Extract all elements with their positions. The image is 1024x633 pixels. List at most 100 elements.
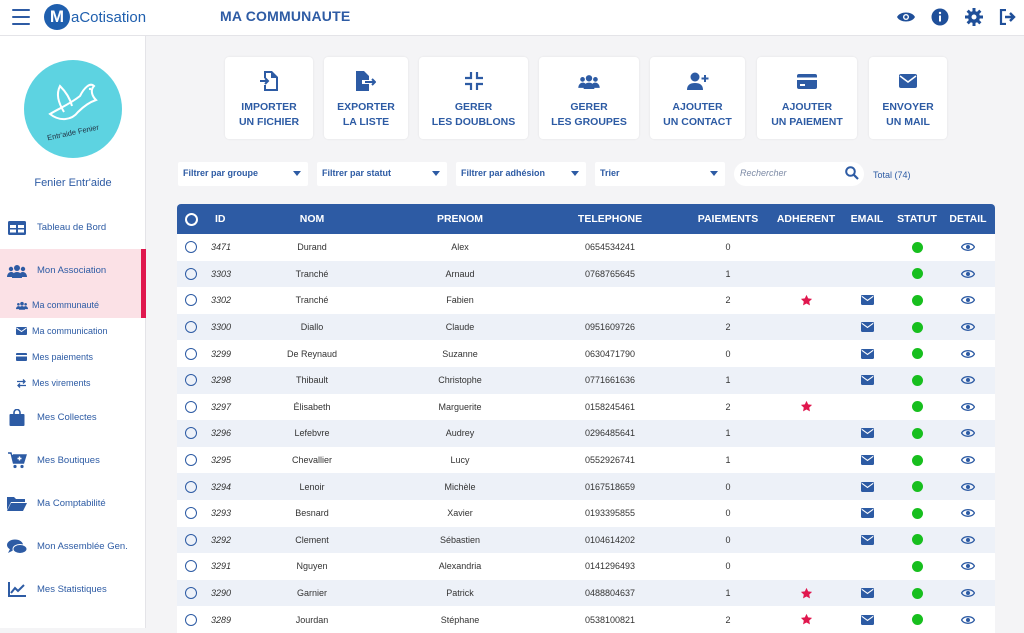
table-row[interactable]: 3294 Lenoir Michèle 0167518659 0 xyxy=(177,473,995,500)
table-row[interactable]: 3297 Élisabeth Marguerite 0158245461 2 xyxy=(177,393,995,421)
sidebar-subitem-mes-virements[interactable]: Mes virements xyxy=(0,370,146,396)
sidebar-item-mes-collectes[interactable]: Mes Collectes xyxy=(0,396,146,439)
search-input[interactable]: Rechercher xyxy=(734,162,864,186)
mail-icon[interactable] xyxy=(860,534,874,545)
logout-icon[interactable] xyxy=(998,7,1018,27)
header-email[interactable]: EMAIL xyxy=(843,204,891,234)
sidebar-item-tableau-de-bord[interactable]: Tableau de Bord xyxy=(0,206,146,249)
row-select-radio[interactable] xyxy=(185,473,197,500)
row-select-radio[interactable] xyxy=(185,367,197,394)
row-select-radio[interactable] xyxy=(185,420,197,447)
eye-icon[interactable] xyxy=(961,482,975,492)
sidebar-item-ma-comptabilite[interactable]: Ma Comptabilité xyxy=(0,482,146,525)
eye-icon[interactable] xyxy=(961,588,975,598)
eye-icon[interactable] xyxy=(961,375,975,385)
mail-icon[interactable] xyxy=(860,508,874,519)
table-row[interactable]: 3295 Chevallier Lucy 0552926741 1 xyxy=(177,446,995,474)
table-row[interactable]: 3471 Durand Alex 0654534241 0 xyxy=(177,234,995,261)
table-row[interactable]: 3293 Besnard Xavier 0193395855 0 xyxy=(177,499,995,527)
mail-icon[interactable] xyxy=(860,295,874,306)
manage-groups-button[interactable]: GERER LES GROUPES xyxy=(539,57,639,139)
sidebar-subitem-ma-communaute[interactable]: Ma communauté xyxy=(0,292,146,318)
header-telephone[interactable]: TELEPHONE xyxy=(555,204,665,234)
cell-telephone: 0488804637 xyxy=(584,588,636,599)
eye-icon[interactable] xyxy=(961,322,975,332)
table-row[interactable]: 3299 De Reynaud Suzanne 0630471790 0 xyxy=(177,340,995,367)
export-list-button[interactable]: EXPORTER LA LISTE xyxy=(324,57,408,139)
eye-icon[interactable] xyxy=(961,428,975,438)
mail-icon[interactable] xyxy=(860,614,874,625)
row-select-radio[interactable] xyxy=(185,394,197,421)
row-select-radio[interactable] xyxy=(185,606,197,633)
mail-icon[interactable] xyxy=(860,455,874,466)
filter-adhesion-select[interactable]: Filtrer par adhésion xyxy=(456,162,586,186)
row-select-radio[interactable] xyxy=(185,447,197,474)
manage-duplicates-button[interactable]: GERER LES DOUBLONS xyxy=(419,57,528,139)
header-detail[interactable]: DETAIL xyxy=(943,204,993,234)
app-logo[interactable]: M aCotisation xyxy=(44,3,146,31)
header-paiements[interactable]: PAIEMENTS xyxy=(688,204,768,234)
eye-icon[interactable] xyxy=(961,269,975,279)
table-row[interactable]: 3296 Lefebvre Audrey 0296485641 1 xyxy=(177,420,995,447)
mail-icon[interactable] xyxy=(860,375,874,386)
sidebar-subitem-mes-paiements[interactable]: Mes paiements xyxy=(0,344,146,370)
eye-icon[interactable] xyxy=(961,402,975,412)
eye-icon[interactable] xyxy=(896,7,916,27)
sidebar-item-mon-assemblee-gen[interactable]: Mon Assemblée Gen. xyxy=(0,525,146,568)
table-row[interactable]: 3303 Tranché Arnaud 0768765645 1 xyxy=(177,260,995,288)
eye-icon[interactable] xyxy=(961,561,975,571)
eye-icon[interactable] xyxy=(961,295,975,305)
sidebar-item-mes-statistiques[interactable]: Mes Statistiques xyxy=(0,568,146,611)
mail-icon[interactable] xyxy=(860,588,874,599)
header-id[interactable]: ID xyxy=(215,204,226,234)
send-mail-button[interactable]: ENVOYER UN MAIL xyxy=(869,57,947,139)
row-select-radio[interactable] xyxy=(185,314,197,341)
table-row[interactable]: 3298 Thibault Christophe 0771661636 1 xyxy=(177,366,995,394)
sidebar-item-mon-association[interactable]: Mon Association xyxy=(0,249,146,292)
mail-icon[interactable] xyxy=(860,428,874,439)
row-select-radio[interactable] xyxy=(185,287,197,314)
header-prenom[interactable]: PRENOM xyxy=(405,204,515,234)
search-icon[interactable] xyxy=(845,166,859,182)
table-row[interactable]: 3290 Garnier Patrick 0488804637 1 xyxy=(177,579,995,607)
sidebar-subitem-ma-communication[interactable]: Ma communication xyxy=(0,318,146,344)
header-adherent[interactable]: ADHERENT xyxy=(769,204,843,234)
row-select-radio[interactable] xyxy=(185,500,197,527)
table-row[interactable]: 3291 Nguyen Alexandria 0141296493 0 xyxy=(177,553,995,580)
cell-adherent xyxy=(769,420,843,447)
mail-icon[interactable] xyxy=(860,481,874,492)
eye-icon[interactable] xyxy=(961,455,975,465)
import-file-button[interactable]: IMPORTER UN FICHIER xyxy=(225,57,313,139)
table-row[interactable]: 3302 Tranché Fabien 2 xyxy=(177,287,995,314)
table-row[interactable]: 3289 Jourdan Stéphane 0538100821 2 xyxy=(177,606,995,633)
table-row[interactable]: 3292 Clement Sébastien 0104614202 0 xyxy=(177,526,995,554)
eye-icon[interactable] xyxy=(961,349,975,359)
row-select-radio[interactable] xyxy=(185,234,197,261)
info-icon[interactable] xyxy=(930,7,950,27)
row-select-radio[interactable] xyxy=(185,261,197,288)
star-icon xyxy=(800,400,813,413)
header-statut[interactable]: STATUT xyxy=(891,204,943,234)
eye-icon[interactable] xyxy=(961,508,975,518)
add-payment-button[interactable]: AJOUTER UN PAIEMENT xyxy=(757,57,857,139)
row-select-radio[interactable] xyxy=(185,553,197,580)
filter-group-select[interactable]: Filtrer par groupe xyxy=(178,162,308,186)
select-all-radio[interactable] xyxy=(185,204,198,234)
add-contact-button[interactable]: AJOUTER UN CONTACT xyxy=(650,57,745,139)
row-select-radio[interactable] xyxy=(185,527,197,554)
row-select-radio[interactable] xyxy=(185,580,197,607)
sort-select[interactable]: Trier xyxy=(595,162,725,186)
menu-icon[interactable] xyxy=(12,9,30,25)
header-nom[interactable]: NOM xyxy=(257,204,367,234)
table-row[interactable]: 3300 Diallo Claude 0951609726 2 xyxy=(177,313,995,341)
cell-adherent xyxy=(769,367,843,394)
mail-icon[interactable] xyxy=(860,348,874,359)
eye-icon[interactable] xyxy=(961,242,975,252)
eye-icon[interactable] xyxy=(961,615,975,625)
row-select-radio[interactable] xyxy=(185,340,197,367)
mail-icon[interactable] xyxy=(860,322,874,333)
filter-status-select[interactable]: Filtrer par statut xyxy=(317,162,447,186)
gear-icon[interactable] xyxy=(964,7,984,27)
sidebar-item-mes-boutiques[interactable]: Mes Boutiques xyxy=(0,439,146,482)
eye-icon[interactable] xyxy=(961,535,975,545)
